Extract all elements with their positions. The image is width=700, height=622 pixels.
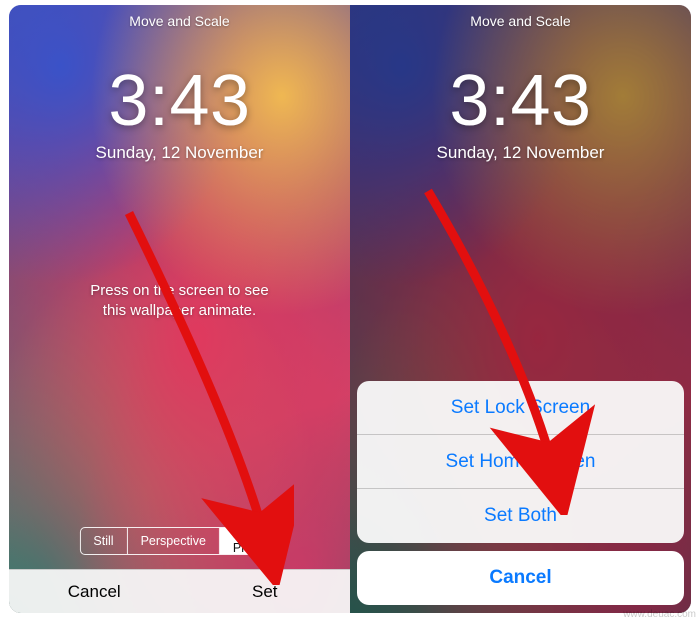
clock-time: 3:43	[350, 65, 691, 137]
set-lock-screen-button[interactable]: Set Lock Screen	[357, 381, 684, 435]
live-photo-hint: Press on the screen to see this wallpape…	[9, 281, 350, 322]
bottom-toolbar: Cancel Set	[9, 569, 350, 613]
clock-date: Sunday, 12 November	[9, 143, 350, 163]
clock-time: 3:43	[9, 65, 350, 137]
comparison-container: Move and Scale 3:43 Sunday, 12 November …	[9, 5, 691, 613]
phone-right: Move and Scale 3:43 Sunday, 12 November …	[350, 5, 691, 613]
hint-line: this wallpaper animate.	[103, 302, 256, 319]
screen-title: Move and Scale	[350, 13, 691, 29]
set-button[interactable]: Set	[180, 570, 351, 613]
action-sheet: Set Lock Screen Set Home Screen Set Both…	[357, 381, 684, 605]
phone-left: Move and Scale 3:43 Sunday, 12 November …	[9, 5, 350, 613]
hint-line: Press on the screen to see	[90, 282, 268, 299]
wallpaper-mode-segmented[interactable]: Still Perspective Live Photo	[79, 527, 279, 555]
cancel-button[interactable]: Cancel	[9, 570, 180, 613]
segment-still[interactable]: Still	[80, 528, 127, 554]
lock-clock: 3:43 Sunday, 12 November	[9, 65, 350, 163]
set-home-screen-button[interactable]: Set Home Screen	[357, 435, 684, 489]
clock-date: Sunday, 12 November	[350, 143, 691, 163]
cancel-button[interactable]: Cancel	[357, 551, 684, 605]
watermark-text: www.deuac.com	[623, 609, 696, 620]
lock-clock: 3:43 Sunday, 12 November	[350, 65, 691, 163]
segment-perspective[interactable]: Perspective	[128, 528, 220, 554]
action-sheet-options: Set Lock Screen Set Home Screen Set Both	[357, 381, 684, 543]
segment-live-photo[interactable]: Live Photo	[220, 528, 279, 554]
set-both-button[interactable]: Set Both	[357, 489, 684, 543]
screen-title: Move and Scale	[9, 13, 350, 29]
